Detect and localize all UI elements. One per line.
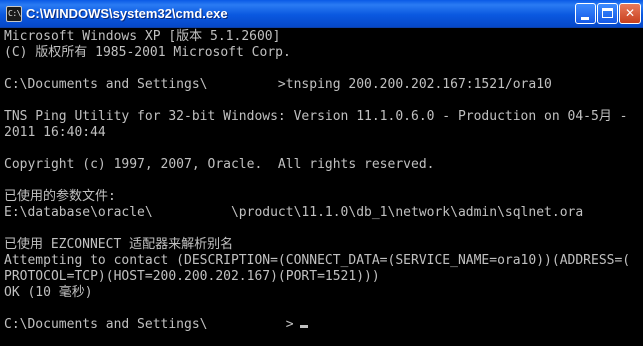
console-output[interactable]: Microsoft Windows XP [版本 5.1.2600] (C) 版… xyxy=(0,28,643,346)
title-bar[interactable]: C:\ C:\WINDOWS\system32\cmd.exe ✕ xyxy=(0,0,643,28)
console-line: TNS Ping Utility for 32-bit Windows: Ver… xyxy=(4,109,628,124)
console-line: 2011 16:40:44 xyxy=(4,125,106,140)
console-line: C:\Documents and Settings\ >tnsping 200.… xyxy=(4,77,552,92)
minimize-icon xyxy=(581,17,589,20)
console-line: (C) 版权所有 1985-2001 Microsoft Corp. xyxy=(4,45,291,60)
window-title: C:\WINDOWS\system32\cmd.exe xyxy=(26,6,228,21)
console-line: Attempting to contact (DESCRIPTION=(CONN… xyxy=(4,253,631,268)
cmd-window-icon[interactable]: C:\ xyxy=(6,6,22,22)
console-line: 已使用的参数文件: xyxy=(4,189,116,204)
maximize-button[interactable] xyxy=(597,3,618,24)
console-line: Microsoft Windows XP [版本 5.1.2600] xyxy=(4,29,281,44)
text-cursor xyxy=(300,325,308,328)
maximize-icon xyxy=(602,8,613,18)
console-line: E:\database\oracle\ \product\11.1.0\db_1… xyxy=(4,205,584,220)
console-line: PROTOCOL=TCP)(HOST=200.200.202.167)(PORT… xyxy=(4,269,380,284)
cmd-icon-label: C:\ xyxy=(8,9,21,18)
console-line: Copyright (c) 1997, 2007, Oracle. All ri… xyxy=(4,157,435,172)
minimize-button[interactable] xyxy=(575,3,596,24)
console-line: OK (10 毫秒) xyxy=(4,285,93,300)
console-prompt-line: C:\Documents and Settings\ > xyxy=(4,317,294,332)
close-icon: ✕ xyxy=(624,6,636,20)
console-line: 已使用 EZCONNECT 适配器来解析别名 xyxy=(4,237,234,252)
close-button[interactable]: ✕ xyxy=(619,3,641,24)
